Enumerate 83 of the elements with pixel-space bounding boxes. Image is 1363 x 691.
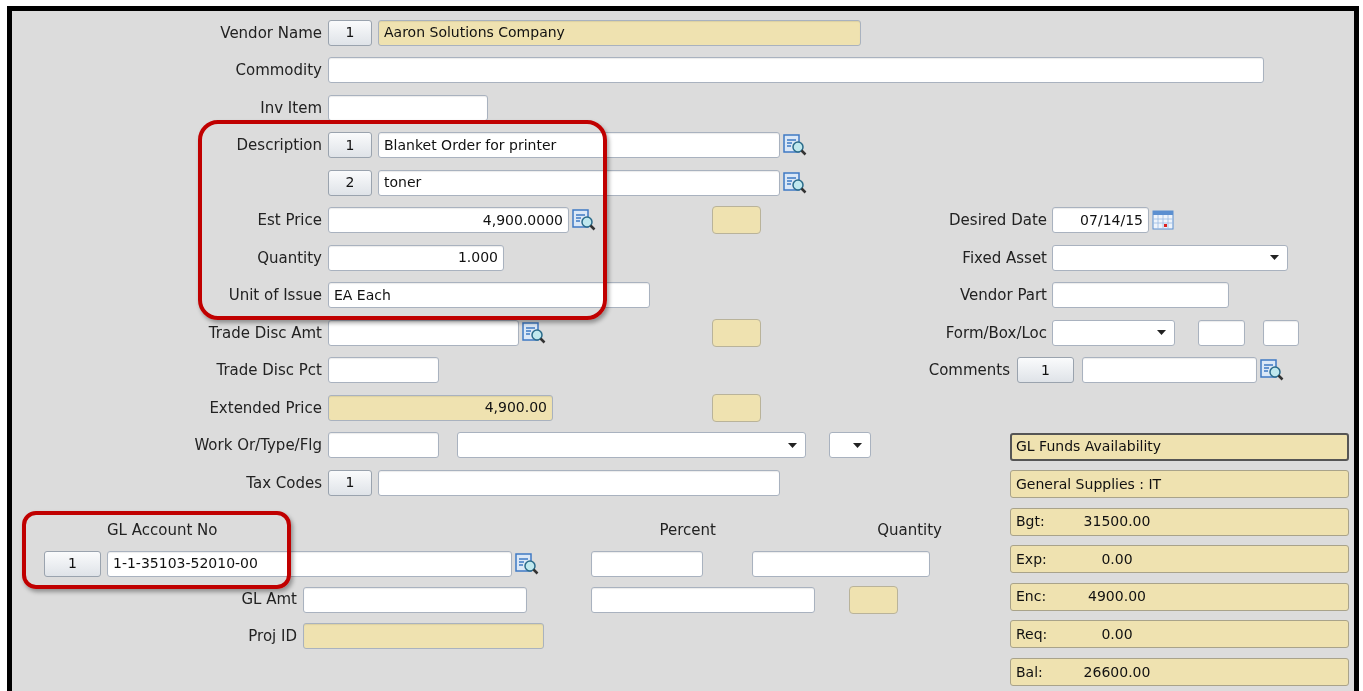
input-field[interactable]: 1.000	[328, 244, 504, 271]
counter-button[interactable]: 2	[328, 169, 372, 196]
funds-value: 4900.00	[1087, 587, 1147, 607]
readonly-field	[712, 393, 761, 422]
input-field[interactable]	[752, 550, 930, 577]
funds-label: Exp:	[1016, 549, 1048, 569]
field-label: Form/Box/Loc	[945, 322, 1047, 344]
input-field[interactable]	[328, 319, 519, 346]
field-label: Commodity	[235, 60, 322, 81]
caret-icon	[788, 442, 797, 448]
caret-icon	[1270, 255, 1279, 261]
input-field[interactable]	[328, 94, 488, 121]
caret-icon	[853, 442, 862, 448]
input-field[interactable]	[303, 586, 527, 613]
input-field[interactable]	[1198, 319, 1245, 346]
counter-button[interactable]: 1	[1017, 357, 1074, 384]
counter-button[interactable]: 1	[44, 550, 101, 577]
lookup-icon[interactable]	[783, 133, 807, 158]
input-field[interactable]	[303, 623, 544, 649]
counter-button[interactable]: 1	[328, 132, 372, 159]
dropdown[interactable]	[457, 432, 806, 459]
field-label: Inv Item	[260, 97, 322, 119]
field-label: Proj ID	[248, 625, 297, 647]
calendar-icon[interactable]	[1152, 209, 1174, 232]
input-field[interactable]: 07/14/15	[1052, 207, 1149, 234]
readonly-field	[712, 318, 761, 347]
column-heading: Percent	[659, 520, 716, 541]
panel-title: GL Funds Availability	[1010, 432, 1349, 461]
funds-value: 26600.00	[1082, 662, 1152, 682]
dropdown[interactable]	[1052, 244, 1288, 271]
counter-button[interactable]: 1	[328, 19, 372, 46]
field-label: Unit of Issue	[228, 285, 322, 306]
field-label: Comments	[928, 360, 1010, 381]
dropdown[interactable]	[829, 432, 871, 459]
field-label: Extended Price	[209, 397, 322, 419]
input-field[interactable]: Aaron Solutions Company	[378, 19, 861, 46]
column-heading: Quantity	[877, 520, 942, 541]
input-field[interactable]	[328, 57, 1264, 84]
input-field[interactable]	[378, 469, 780, 496]
input-field[interactable]	[1082, 357, 1257, 384]
input-field[interactable]: EA Each	[328, 282, 650, 309]
funds-label: Enc:	[1016, 587, 1048, 607]
lookup-icon[interactable]	[572, 208, 596, 233]
dropdown[interactable]	[1052, 319, 1175, 346]
lookup-icon[interactable]	[783, 170, 807, 195]
column-heading: GL Account No	[107, 520, 218, 541]
input-field[interactable]	[1052, 282, 1229, 309]
account-name: General Supplies : IT	[1010, 470, 1349, 499]
input-field[interactable]: Blanket Order for printer	[378, 132, 780, 159]
input-field[interactable]: 4,900.0000	[328, 207, 569, 234]
lookup-icon[interactable]	[522, 320, 546, 345]
field-label: Work Or/Type/Flg	[194, 435, 322, 456]
funds-label: Bal:	[1016, 662, 1044, 682]
field-label: Desired Date	[949, 210, 1047, 231]
field-label: Description	[236, 135, 322, 156]
readonly-field	[849, 585, 898, 614]
field-label: Tax Codes	[246, 472, 322, 494]
field-label: Est Price	[257, 210, 322, 231]
input-field[interactable]	[328, 357, 439, 384]
lookup-icon[interactable]	[1260, 358, 1284, 383]
input-field[interactable]	[1263, 319, 1299, 346]
field-label: Vendor Part	[959, 285, 1047, 306]
funds-value: 31500.00	[1082, 512, 1152, 532]
input-field[interactable]	[591, 550, 703, 577]
field-label: Trade Disc Pct	[216, 360, 322, 381]
field-label: GL Amt	[241, 589, 297, 611]
field-label: Trade Disc Amt	[208, 322, 322, 344]
readonly-field	[712, 206, 761, 235]
input-field[interactable]: toner	[378, 169, 780, 196]
funds-label: Bgt:	[1016, 512, 1046, 532]
input-field[interactable]: 4,900.00	[328, 394, 553, 421]
field-label: Vendor Name	[220, 22, 322, 44]
counter-button[interactable]: 1	[328, 469, 372, 496]
field-label: Quantity	[257, 247, 322, 269]
input-field[interactable]	[591, 586, 815, 613]
caret-icon	[1157, 330, 1166, 336]
input-field[interactable]: 1-1-35103-52010-00	[107, 550, 512, 577]
lookup-icon[interactable]	[515, 551, 539, 576]
input-field[interactable]	[328, 432, 439, 459]
funds-value: 0.00	[1100, 549, 1134, 569]
funds-value: 0.00	[1100, 624, 1134, 644]
funds-label: Req:	[1016, 624, 1049, 644]
field-label: Fixed Asset	[962, 247, 1047, 269]
